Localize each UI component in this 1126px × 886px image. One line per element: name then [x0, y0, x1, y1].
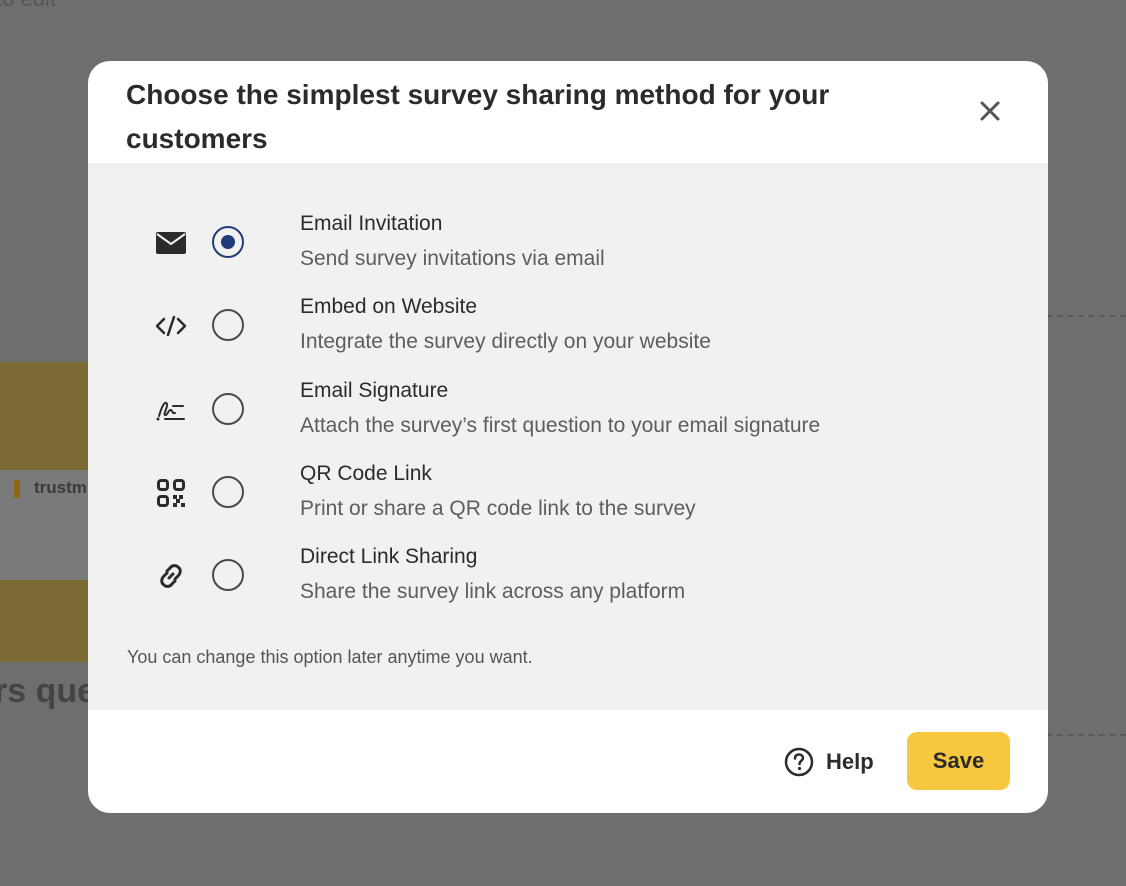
- background-dashed-line: [1046, 734, 1126, 736]
- helper-note: You can change this option later anytime…: [127, 647, 533, 667]
- option-description: Share the survey link across any platfor…: [300, 580, 686, 604]
- background-brand-text: trustm: [34, 478, 87, 497]
- background-page-text: to edit: [0, 0, 56, 12]
- option-email-invitation[interactable]: Email Invitation Send survey invitations…: [126, 209, 1010, 292]
- dialog-body: Email Invitation Send survey invitations…: [88, 163, 1048, 710]
- signature-icon: [154, 393, 188, 427]
- help-circle-icon: [784, 747, 814, 777]
- option-description: Print or share a QR code link to the sur…: [300, 496, 696, 520]
- option-text: Email Signature Attach the survey’s firs…: [300, 376, 820, 441]
- option-title: Direct Link Sharing: [300, 545, 478, 569]
- option-text: Embed on Website Integrate the survey di…: [300, 292, 711, 357]
- dialog-footer: Help Save: [88, 710, 1048, 813]
- link-icon: [154, 559, 188, 593]
- option-direct-link[interactable]: Direct Link Sharing Share the survey lin…: [126, 542, 1010, 625]
- option-title: QR Code Link: [300, 461, 432, 485]
- background-dashed-line: [1046, 315, 1126, 317]
- option-text: Email Invitation Send survey invitations…: [300, 209, 605, 274]
- radio-embed-website[interactable]: [212, 309, 244, 342]
- option-embed-website[interactable]: Embed on Website Integrate the survey di…: [126, 292, 1010, 375]
- background-heading: rs que: [0, 672, 97, 710]
- option-text: QR Code Link Print or share a QR code li…: [300, 459, 696, 524]
- radio-email-invitation[interactable]: [212, 226, 244, 258]
- radio-qr-code[interactable]: [212, 475, 244, 508]
- close-icon: [980, 101, 1000, 121]
- radio-email-signature[interactable]: [212, 392, 244, 425]
- envelope-icon: [154, 226, 188, 260]
- option-description: Send survey invitations via email: [300, 247, 605, 270]
- code-icon: [154, 309, 188, 343]
- radio-direct-link[interactable]: [212, 559, 244, 592]
- dialog-header: Choose the simplest survey sharing metho…: [88, 61, 1048, 163]
- option-title: Email Signature: [300, 378, 449, 402]
- save-button[interactable]: Save: [907, 732, 1010, 790]
- option-title: Email Invitation: [300, 212, 443, 235]
- option-description: Attach the survey’s first question to yo…: [300, 413, 821, 437]
- dialog-title: Choose the simplest survey sharing metho…: [126, 79, 830, 154]
- option-text: Direct Link Sharing Share the survey lin…: [300, 542, 685, 607]
- close-button[interactable]: [978, 99, 1002, 123]
- option-email-signature[interactable]: Email Signature Attach the survey’s firs…: [126, 376, 1010, 459]
- help-label: Help: [826, 749, 874, 774]
- background-brand-logo: [14, 480, 20, 498]
- option-title: Embed on Website: [300, 295, 478, 319]
- qr-code-icon: [154, 476, 188, 510]
- help-button[interactable]: Help: [784, 746, 874, 778]
- share-method-options: Email Invitation Send survey invitations…: [126, 209, 1010, 625]
- share-method-dialog: Choose the simplest survey sharing metho…: [88, 61, 1048, 813]
- option-qr-code[interactable]: QR Code Link Print or share a QR code li…: [126, 459, 1010, 542]
- option-description: Integrate the survey directly on your we…: [300, 330, 711, 354]
